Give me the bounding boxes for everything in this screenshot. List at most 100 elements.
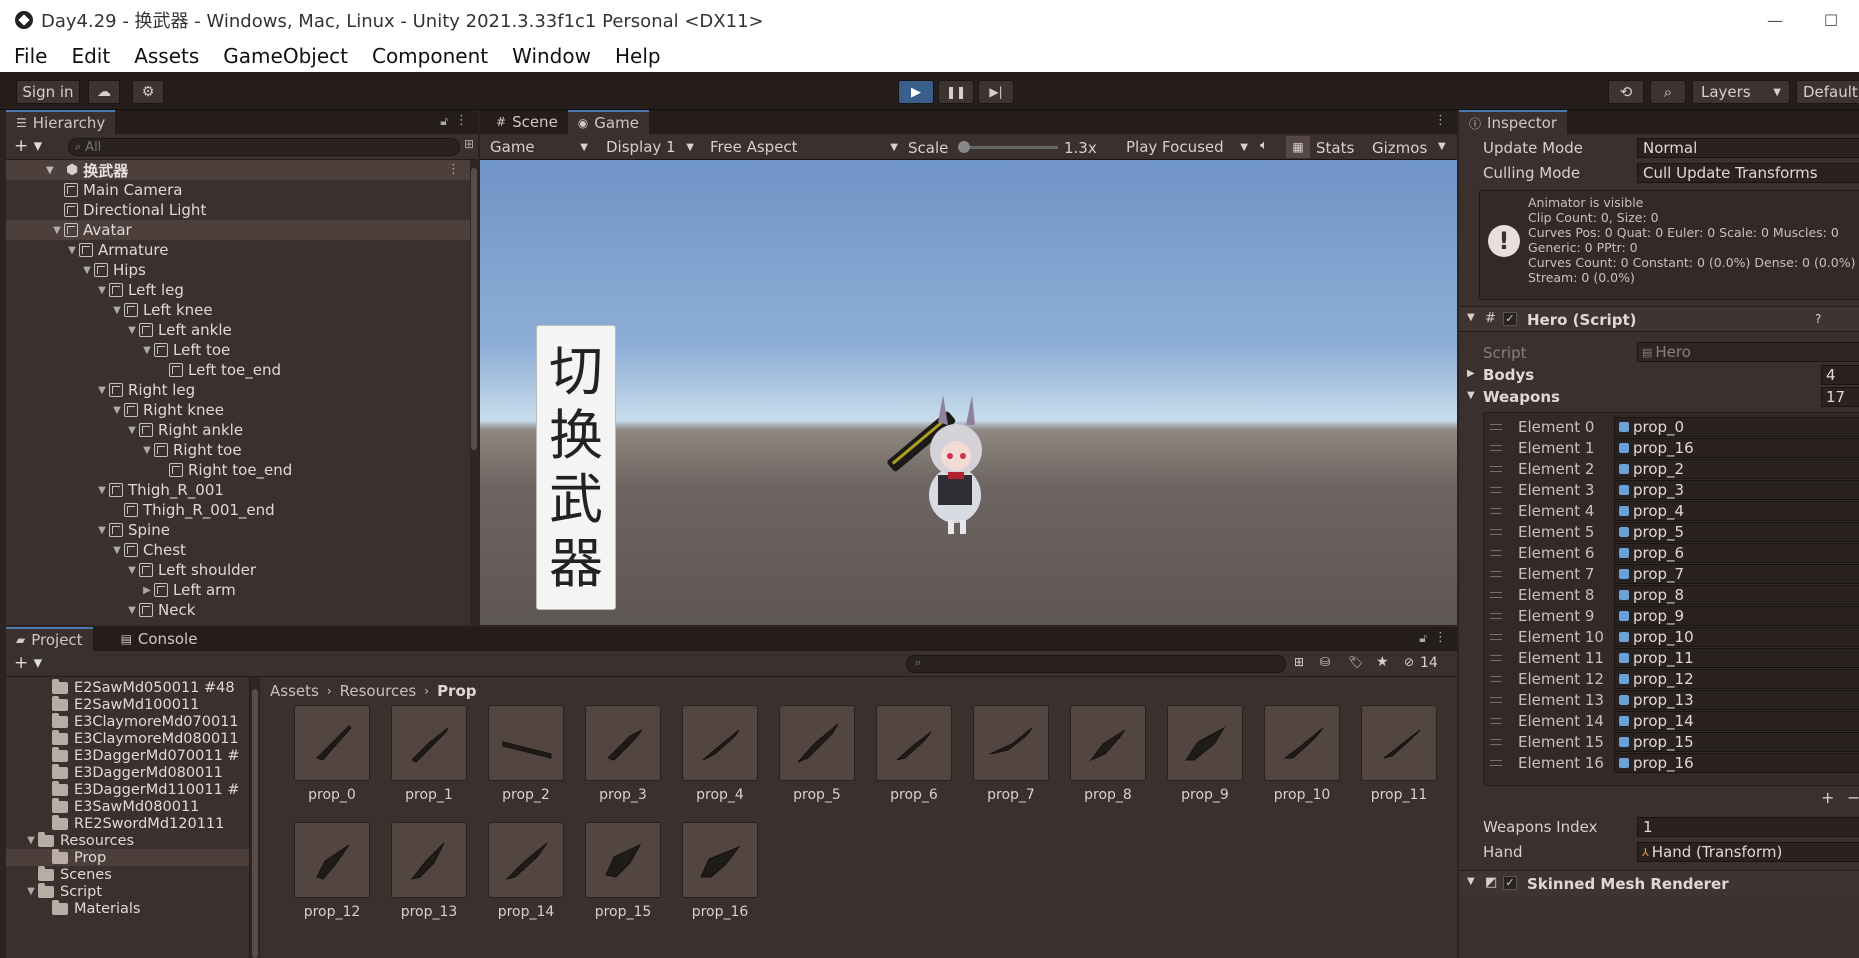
folder-item[interactable]: E2SawMd100011	[6, 695, 249, 713]
collapse-arrow-icon[interactable]: ▼	[125, 605, 139, 616]
element-object-field[interactable]: prop_2	[1614, 459, 1859, 479]
element-object-field[interactable]: prop_14	[1614, 711, 1859, 731]
hierarchy-item[interactable]: ▼ Left ankle	[6, 320, 470, 340]
collapse-arrow-icon[interactable]: ▼	[65, 245, 79, 256]
hierarchy-search-input[interactable]	[85, 139, 446, 155]
drag-handle-icon[interactable]	[1490, 487, 1502, 493]
history-button[interactable]: ⟲	[1608, 80, 1644, 104]
asset-thumbnail[interactable]	[682, 822, 758, 898]
bodys-label[interactable]: Bodys	[1483, 366, 1534, 384]
services-button[interactable]: ⚙	[132, 80, 164, 104]
asset-thumbnail[interactable]	[682, 705, 758, 781]
collapse-arrow-icon[interactable]: ▼	[24, 835, 38, 846]
folder-item[interactable]: E3DaggerMd110011 #	[6, 780, 249, 798]
collapse-arrow-icon[interactable]: ▼	[1467, 390, 1475, 401]
enabled-checkbox[interactable]: ✓	[1503, 876, 1517, 890]
menu-assets[interactable]: Assets	[120, 44, 209, 68]
drag-handle-icon[interactable]	[1490, 739, 1502, 745]
folder-item[interactable]: Scenes	[6, 865, 249, 883]
drag-handle-icon[interactable]	[1490, 697, 1502, 703]
drag-handle-icon[interactable]	[1490, 466, 1502, 472]
more-icon[interactable]: ⋮	[1434, 630, 1447, 645]
folder-item[interactable]: E3DaggerMd070011 #	[6, 746, 249, 764]
aspect-dropdown[interactable]: Free Aspect ▼	[704, 136, 904, 158]
hierarchy-item[interactable]: ▼ Right knee	[6, 400, 470, 420]
stats-toggle-icon[interactable]: ▦	[1286, 136, 1310, 158]
layout-dropdown[interactable]: Default	[1796, 80, 1859, 104]
collapse-arrow-icon[interactable]: ▼	[110, 545, 124, 556]
scene-picker-icon[interactable]: ⊞	[464, 137, 474, 151]
hierarchy-item[interactable]: ▼ Hips	[6, 260, 470, 280]
collapse-arrow-icon[interactable]: ▼	[125, 565, 139, 576]
hierarchy-scrollbar[interactable]	[470, 160, 478, 625]
more-icon[interactable]: ⋮	[447, 162, 460, 177]
tab-console[interactable]: ▤ Console	[111, 627, 208, 651]
drag-handle-icon[interactable]	[1490, 550, 1502, 556]
asset-thumbnail[interactable]	[585, 822, 661, 898]
element-object-field[interactable]: prop_4	[1614, 501, 1859, 521]
folder-item[interactable]: E3SawMd080011	[6, 797, 249, 815]
element-object-field[interactable]: prop_0	[1614, 417, 1859, 437]
drag-handle-icon[interactable]	[1490, 760, 1502, 766]
update-mode-dropdown[interactable]: Normal	[1637, 138, 1859, 158]
asset-thumbnail[interactable]	[1070, 705, 1146, 781]
asset-thumbnail[interactable]	[488, 822, 564, 898]
display-dropdown[interactable]: Display 1 ▼	[600, 136, 700, 158]
folder-item[interactable]: RE2SwordMd120111	[6, 814, 249, 832]
minimize-button[interactable]: —	[1747, 0, 1803, 40]
cloud-button[interactable]: ☁	[88, 80, 120, 104]
game-view-dropdown[interactable]: Game ▼	[484, 136, 594, 158]
folder-item[interactable]: Materials	[6, 899, 249, 917]
folder-item[interactable]: E3DaggerMd080011	[6, 763, 249, 781]
enabled-checkbox[interactable]: ✓	[1503, 312, 1517, 326]
layers-dropdown[interactable]: Layers ▼	[1692, 80, 1790, 104]
asset-thumbnail[interactable]	[876, 705, 952, 781]
star-icon[interactable]: ★	[1376, 654, 1389, 670]
collapse-arrow-icon[interactable]: ▼	[95, 525, 109, 536]
add-button[interactable]: + ▾	[14, 136, 42, 156]
gizmos-button[interactable]: Gizmos	[1372, 139, 1427, 157]
search-button[interactable]: ⌕	[1650, 80, 1686, 104]
asset-thumbnail[interactable]	[391, 705, 467, 781]
collapse-arrow-icon[interactable]: ▼	[1467, 312, 1475, 323]
asset-thumbnail[interactable]	[973, 705, 1049, 781]
folder-item[interactable]: E3ClaymoreMd080011	[6, 729, 249, 747]
collapse-arrow-icon[interactable]: ▼	[140, 345, 154, 356]
asset-thumbnail[interactable]	[294, 822, 370, 898]
hierarchy-item[interactable]: ▼ Chest	[6, 540, 470, 560]
asset-thumbnail[interactable]	[1167, 705, 1243, 781]
hierarchy-item[interactable]: ▼ Thigh_R_001	[6, 480, 470, 500]
menu-component[interactable]: Component	[358, 44, 498, 68]
hierarchy-item[interactable]: ▶ Left arm	[6, 580, 470, 600]
tab-hierarchy[interactable]: ☰ Hierarchy	[6, 110, 116, 134]
collapse-arrow-icon[interactable]: ▶	[140, 585, 154, 596]
maximize-button[interactable]: ☐	[1803, 0, 1859, 40]
collapse-arrow-icon[interactable]: ▼	[24, 886, 38, 897]
collapse-arrow-icon[interactable]: ▼	[1467, 876, 1475, 887]
breadcrumb-assets[interactable]: Assets	[270, 682, 319, 700]
hierarchy-item[interactable]: Right toe_end	[6, 460, 470, 480]
element-object-field[interactable]: prop_9	[1614, 606, 1859, 626]
scale-slider[interactable]	[958, 141, 1058, 153]
scene-row[interactable]: ▼ ⬢ 换武器 ⋮	[6, 160, 470, 180]
breadcrumb-prop[interactable]: Prop	[437, 682, 476, 700]
hierarchy-item[interactable]: ▼ Left knee	[6, 300, 470, 320]
collapse-arrow-icon[interactable]: ▼	[140, 445, 154, 456]
hierarchy-item[interactable]: ▼ Right ankle	[6, 420, 470, 440]
drag-handle-icon[interactable]	[1490, 613, 1502, 619]
play-button[interactable]: ▶	[898, 80, 934, 104]
drag-handle-icon[interactable]	[1490, 445, 1502, 451]
folder-item[interactable]: ▼ Resources	[6, 831, 249, 849]
more-icon[interactable]: ⋮	[1434, 113, 1447, 128]
element-object-field[interactable]: prop_15	[1614, 732, 1859, 752]
step-button[interactable]: ▶|	[978, 80, 1014, 104]
element-object-field[interactable]: prop_11	[1614, 648, 1859, 668]
collapse-arrow-icon[interactable]: ▼	[80, 265, 94, 276]
element-object-field[interactable]: prop_5	[1614, 522, 1859, 542]
element-object-field[interactable]: prop_7	[1614, 564, 1859, 584]
menu-file[interactable]: File	[0, 44, 57, 68]
collapse-arrow-icon[interactable]: ▼	[46, 165, 60, 176]
folder-tree-scrollbar[interactable]	[250, 677, 260, 958]
hierarchy-item[interactable]: ▼ Avatar	[6, 220, 470, 240]
hierarchy-item[interactable]: Thigh_R_001_end	[6, 500, 470, 520]
